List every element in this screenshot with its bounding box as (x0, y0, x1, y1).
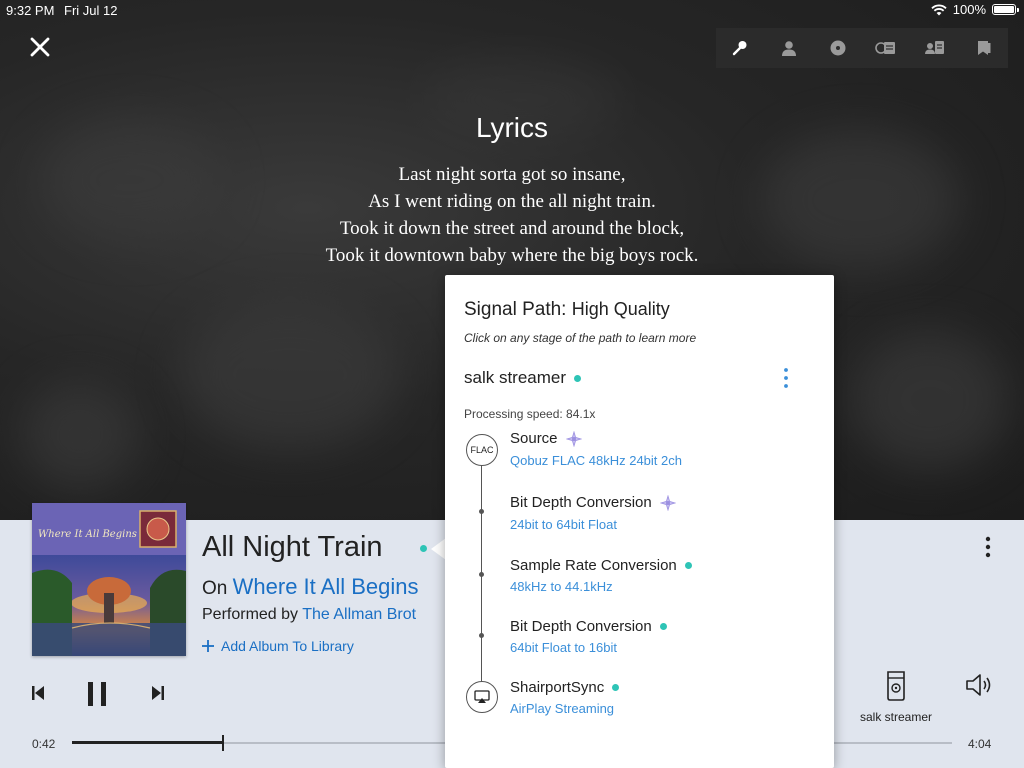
flac-node: FLAC (466, 434, 498, 466)
wifi-icon (931, 4, 947, 15)
flac-node-label: FLAC (470, 445, 494, 455)
skip-previous-icon (32, 686, 44, 700)
stage-detail: Qobuz FLAC 48kHz 24bit 2ch (510, 453, 682, 468)
stage-detail: 24bit to 64bit Float (510, 517, 617, 532)
svg-text:Where It All Begins: Where It All Begins (38, 529, 137, 540)
battery-percent: 100% (952, 2, 986, 17)
airplay-node (466, 681, 498, 713)
volume-button[interactable] (964, 672, 994, 703)
status-bar: 9:32 PM Fri Jul 12 100% (0, 0, 1024, 20)
track-menu-button[interactable] (980, 535, 996, 561)
track-duration: 4:04 (968, 737, 992, 751)
signal-path-quality: High Quality (571, 299, 670, 319)
stage-detail: AirPlay Streaming (510, 701, 615, 716)
device-name: salk streamer (464, 368, 567, 387)
stage-name: ShairportSync (510, 679, 605, 696)
stage-node (479, 633, 484, 638)
skip-next-icon (152, 686, 164, 700)
performer-line: Performed by The Allman Brot (202, 606, 416, 624)
track-title[interactable]: All Night Train (202, 531, 383, 564)
next-button[interactable] (150, 684, 166, 707)
stage-name: Bit Depth Conversion (510, 618, 652, 635)
processing-speed: Processing speed: 84.1x (464, 407, 596, 421)
device-quality-dot (574, 374, 582, 382)
track-info-button[interactable] (862, 28, 911, 68)
status-time: 9:32 PM (6, 3, 55, 18)
booklet-button[interactable] (959, 28, 1008, 68)
more-vertical-icon (784, 368, 788, 388)
elapsed-time: 0:42 (32, 737, 56, 751)
lyric-line: Took it downtown baby where the big boys… (325, 245, 699, 266)
track-info-icon (875, 42, 896, 54)
album-prefix: On (202, 578, 228, 599)
seek-handle[interactable] (222, 735, 224, 751)
lyric-line: As I went riding on the all night train. (368, 191, 656, 212)
close-button[interactable] (26, 33, 54, 61)
stage-detail: 48kHz to 44.1kHz (510, 579, 613, 594)
bookmark-icon (977, 41, 991, 55)
stage-node (479, 572, 484, 577)
lyrics-view-button[interactable] (716, 28, 765, 68)
speaker-device-icon (887, 671, 905, 701)
pause-icon (88, 682, 106, 706)
signal-path-hint: Click on any stage of the path to learn … (464, 331, 697, 345)
stage-node (479, 509, 484, 514)
stage-name: Sample Rate Conversion (510, 557, 677, 574)
status-date: Fri Jul 12 (64, 3, 118, 18)
add-to-library-button[interactable]: Add Album To Library (202, 638, 354, 654)
stage-detail: 64bit Float to 16bit (510, 640, 617, 655)
signal-path-title: Signal Path: High Quality (464, 299, 670, 321)
volume-icon (966, 674, 991, 696)
artist-view-button[interactable] (765, 28, 814, 68)
performer-prefix: Performed by (202, 606, 299, 623)
view-toolbar (716, 28, 1008, 68)
previous-button[interactable] (30, 684, 46, 707)
quality-dot (684, 562, 692, 569)
microphone-icon (733, 41, 747, 56)
device-menu-button[interactable] (779, 367, 793, 389)
lyrics-title: Lyrics (475, 112, 549, 143)
person-icon (782, 41, 796, 56)
battery-icon (992, 4, 1019, 15)
airplay-icon (474, 690, 490, 703)
signal-path-popover: Signal Path: High Quality Click on any s… (445, 275, 834, 768)
signal-path-title-prefix: Signal Path: (464, 299, 567, 320)
credits-icon (925, 41, 945, 54)
quality-indicator-dot[interactable] (420, 545, 427, 552)
album-line: On Where It All Begins (202, 574, 419, 600)
album-art[interactable]: Where It All Begins (32, 503, 186, 656)
disc-icon (830, 40, 846, 56)
quality-dot (612, 684, 620, 691)
more-vertical-icon (985, 536, 991, 558)
zone-picker-button[interactable]: salk streamer (850, 668, 942, 724)
add-to-library-label: Add Album To Library (221, 638, 354, 654)
album-link[interactable]: Where It All Begins (233, 574, 419, 599)
seek-bar-fill (72, 741, 223, 744)
stage-name: Source (510, 430, 558, 447)
enhanced-icon (565, 430, 582, 447)
quality-dot (659, 623, 667, 630)
album-view-button[interactable] (813, 28, 862, 68)
lyric-line: Last night sorta got so insane, (398, 164, 626, 185)
pause-button[interactable] (86, 681, 108, 712)
album-cover-image: Where It All Begins (32, 503, 186, 656)
popover-arrow (431, 538, 446, 560)
lyric-line: Took it down the street and around the b… (339, 218, 685, 239)
enhanced-icon (659, 494, 676, 511)
plus-icon (202, 640, 214, 652)
stage-name: Bit Depth Conversion (510, 494, 652, 511)
artist-link[interactable]: The Allman Brot (302, 606, 416, 623)
zone-label: salk streamer (859, 710, 933, 724)
signal-path-device[interactable]: salk streamer (464, 368, 582, 388)
close-icon (30, 37, 50, 57)
credits-button[interactable] (911, 28, 960, 68)
